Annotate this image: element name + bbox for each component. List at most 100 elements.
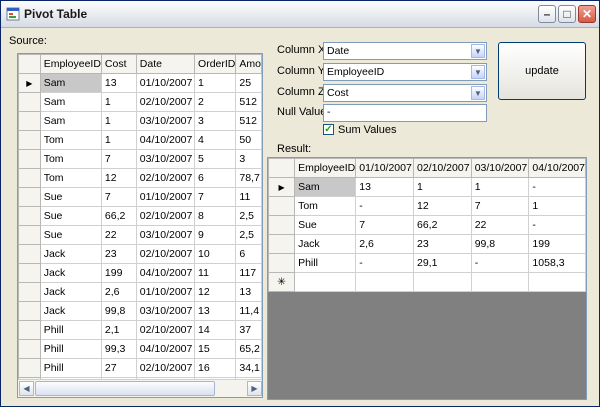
table-cell[interactable]: 512 [235,111,262,131]
table-row[interactable]: Sue 7 01/10/2007 7 11 [18,187,262,207]
table-cell[interactable]: - [355,253,414,273]
table-cell[interactable]: Tom [294,196,357,216]
table-cell[interactable]: Sam [39,111,102,131]
table-cell[interactable]: 9 [194,225,237,245]
table-cell[interactable]: 11 [235,187,262,207]
table-cell[interactable]: Sam [294,177,357,197]
table-cell[interactable]: 01/10/2007 [135,187,196,207]
table-cell[interactable]: 1 [412,177,472,197]
chevron-down-icon[interactable]: ▼ [471,65,485,79]
table-cell[interactable]: 03/10/2007 [135,111,196,131]
table-row[interactable]: Phill 27 02/10/2007 16 34,1 [18,358,262,378]
title-bar[interactable]: Pivot Table – □ ✕ [1,1,599,28]
table-cell[interactable]: Tom [39,130,102,150]
column-z-select[interactable]: Cost ▼ [323,84,487,102]
table-row[interactable]: ▶ Sam 13 1 1- [268,177,586,197]
table-cell[interactable]: 6 [194,168,237,188]
result-grid[interactable]: EmployeeID 01/10/2007 02/10/2007 03/10/2… [267,157,587,400]
table-cell[interactable] [528,272,586,292]
table-cell[interactable]: Phill [39,339,102,359]
sum-values-label[interactable]: Sum Values [338,124,397,136]
table-cell[interactable]: 2,6 [100,282,137,302]
new-row[interactable]: ✳ [268,272,586,292]
table-cell[interactable]: Tom [39,149,102,169]
table-cell[interactable]: 1058,3 [528,253,586,273]
table-cell[interactable]: 04/10/2007 [135,263,196,283]
table-cell[interactable]: Jack [39,263,102,283]
table-cell[interactable]: - [470,253,530,273]
scroll-thumb[interactable] [35,381,215,396]
table-cell[interactable]: 04/10/2007 [135,130,196,150]
row-header[interactable]: ▶ [268,177,296,197]
scroll-right-button[interactable]: ▶ [247,381,262,396]
table-cell[interactable] [355,272,414,292]
table-cell[interactable]: Sue [294,215,357,235]
table-cell[interactable]: 6 [235,244,262,264]
table-cell[interactable]: 7 [470,196,530,216]
table-cell[interactable]: 13 [194,301,237,321]
table-cell[interactable]: 1 [470,177,530,197]
table-cell[interactable]: 13 [100,73,137,93]
table-cell[interactable]: 66,2 [412,215,472,235]
row-header[interactable] [18,187,41,207]
table-cell[interactable]: 12 [100,168,137,188]
table-cell[interactable]: 4 [194,130,237,150]
table-cell[interactable]: 1 [100,92,137,112]
table-cell[interactable]: 99,8 [470,234,530,254]
sum-values-checkbox[interactable]: ✓ [323,124,334,135]
table-cell[interactable]: Sam [39,73,102,93]
table-row[interactable]: Jack 2,6 23 99,8 199 [268,234,586,254]
column-header[interactable]: Date [135,54,196,74]
table-cell[interactable]: 2,5 [235,225,262,245]
table-cell[interactable]: 29,1 [412,253,472,273]
table-row[interactable]: Jack 199 04/10/2007 11 117 [18,263,262,283]
row-header[interactable] [18,282,41,302]
table-row[interactable]: Sue 66,2 02/10/2007 8 2,5 [18,206,262,226]
table-cell[interactable] [412,272,472,292]
source-grid[interactable]: EmployeeID Cost Date OrderID Amo ▶ Sam 13 0… [17,53,263,398]
table-cell[interactable]: 7 [355,215,414,235]
table-row[interactable]: Tom 1 04/10/2007 4 50 [18,130,262,150]
row-header[interactable] [18,168,41,188]
table-cell[interactable]: 11 [194,263,237,283]
row-header[interactable] [18,206,41,226]
table-row[interactable]: Sue 7 66,2 22- [268,215,586,235]
row-header[interactable] [268,196,296,216]
table-cell[interactable]: 12 [412,196,472,216]
table-cell[interactable]: 11,4 [235,301,262,321]
chevron-down-icon[interactable]: ▼ [471,44,485,58]
table-cell[interactable]: Phill [39,320,102,340]
table-cell[interactable]: 03/10/2007 [135,149,196,169]
table-cell[interactable]: 1 [100,111,137,131]
table-row[interactable]: ▶ Sam 13 01/10/2007 1 25 [18,73,262,93]
table-cell[interactable]: 199 [528,234,586,254]
column-header[interactable]: EmployeeID [294,158,357,178]
table-row[interactable]: Jack 99,8 03/10/2007 13 11,4 [18,301,262,321]
row-header[interactable] [18,320,41,340]
null-value-input[interactable]: - [323,104,487,122]
row-header[interactable] [268,215,296,235]
column-header[interactable]: Amo [235,54,262,74]
table-cell[interactable]: Phill [294,253,357,273]
table-cell[interactable]: 3 [235,149,262,169]
table-row[interactable]: Tom -12 7 1 [268,196,586,216]
table-cell[interactable]: 1 [194,73,237,93]
row-header[interactable]: ✳ [268,272,296,292]
column-header[interactable]: 03/10/2007 [470,158,530,178]
column-header[interactable]: 01/10/2007 [355,158,414,178]
table-row[interactable]: Phill 2,1 02/10/2007 14 37 [18,320,262,340]
table-cell[interactable] [294,272,357,292]
row-header[interactable] [18,263,41,283]
table-cell[interactable]: 23 [100,244,137,264]
table-cell[interactable]: 2,5 [235,206,262,226]
table-cell[interactable]: 37 [235,320,262,340]
table-cell[interactable]: 2 [194,92,237,112]
table-cell[interactable]: 03/10/2007 [135,301,196,321]
row-header[interactable] [268,234,296,254]
table-row[interactable]: Tom 7 03/10/2007 5 3 [18,149,262,169]
table-cell[interactable]: 7 [100,149,137,169]
column-header[interactable]: EmployeeID [39,54,102,74]
row-header[interactable] [18,301,41,321]
table-cell[interactable]: 5 [194,149,237,169]
table-cell[interactable]: 04/10/2007 [135,339,196,359]
